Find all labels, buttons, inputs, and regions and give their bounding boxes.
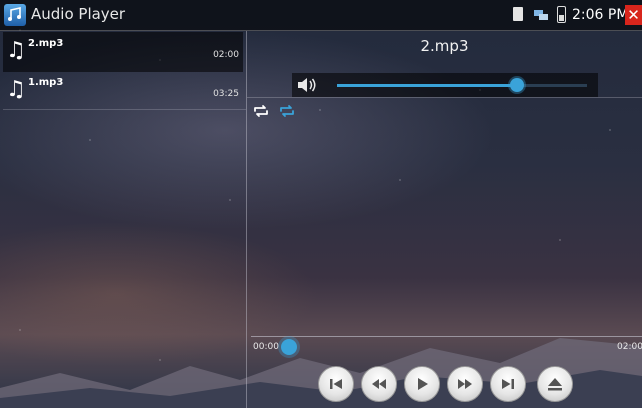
- playlist-item[interactable]: ♫ 2.mp3 02:00: [3, 32, 243, 72]
- music-note-icon: ♫: [6, 38, 26, 63]
- seek-thumb[interactable]: [281, 339, 297, 355]
- previous-icon: [330, 379, 342, 389]
- total-time: 02:00: [617, 342, 642, 352]
- repeat-icon[interactable]: [252, 104, 270, 118]
- play-icon: [418, 378, 428, 390]
- network-icon: [534, 10, 548, 20]
- eject-icon: [548, 378, 562, 391]
- panel-divider: [246, 31, 247, 408]
- fast-forward-button[interactable]: [447, 366, 483, 402]
- next-icon: [502, 379, 514, 389]
- volume-slider[interactable]: [337, 78, 587, 92]
- playlist-divider: [3, 109, 246, 110]
- volume-thumb[interactable]: [510, 78, 524, 92]
- next-button[interactable]: [490, 366, 526, 402]
- clock-time: 2:06 PM: [572, 7, 629, 23]
- sd-card-icon: [513, 7, 523, 21]
- app-title: Audio Player: [31, 5, 126, 23]
- status-bar: Audio Player 2:06 PM ✕: [0, 0, 642, 31]
- header-divider: [247, 97, 642, 98]
- music-note-icon: ♫: [6, 77, 26, 102]
- battery-icon: [557, 6, 566, 23]
- playlist: ♫ 2.mp3 02:00 ♫ 1.mp3 03:25: [3, 31, 245, 109]
- fast-forward-icon: [458, 379, 472, 389]
- current-time: 00:00: [253, 342, 279, 352]
- track-name: 1.mp3: [28, 77, 64, 88]
- close-button[interactable]: ✕: [625, 5, 642, 25]
- track-duration: 02:00: [213, 50, 239, 60]
- track-name: 2.mp3: [28, 38, 64, 49]
- seek-bar[interactable]: [251, 336, 642, 337]
- volume-bar: [292, 73, 598, 97]
- track-duration: 03:25: [213, 89, 239, 99]
- play-button[interactable]: [404, 366, 440, 402]
- rewind-button[interactable]: [361, 366, 397, 402]
- previous-button[interactable]: [318, 366, 354, 402]
- now-playing-title: 2.mp3: [420, 37, 469, 55]
- app-icon: [4, 4, 26, 26]
- volume-fill: [337, 84, 517, 87]
- eject-button[interactable]: [537, 366, 573, 402]
- shuffle-icon[interactable]: [278, 104, 296, 118]
- playlist-item[interactable]: ♫ 1.mp3 03:25: [3, 71, 243, 111]
- speaker-icon[interactable]: [296, 76, 318, 94]
- rewind-icon: [372, 379, 386, 389]
